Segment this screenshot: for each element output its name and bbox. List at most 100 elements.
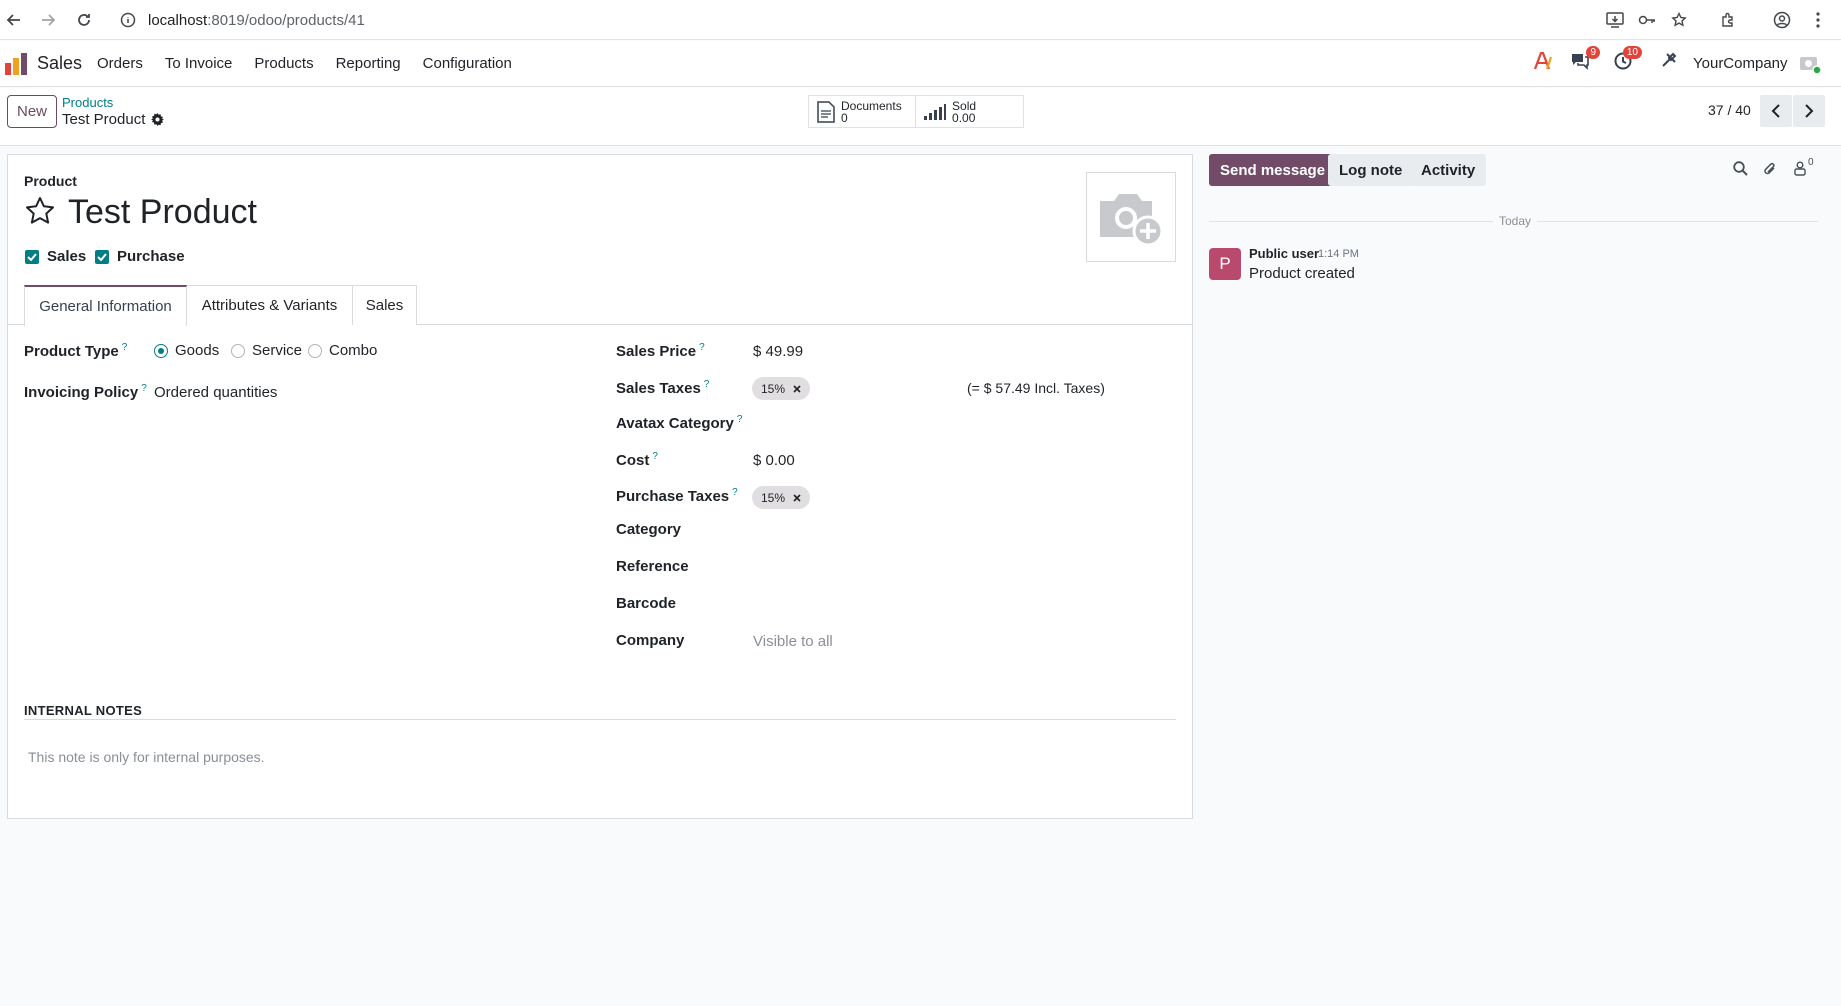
followers-button[interactable]: 0: [1793, 157, 1814, 176]
menu-to-invoice[interactable]: To Invoice: [165, 55, 233, 72]
paperclip-icon[interactable]: [1763, 161, 1777, 177]
tab-sales[interactable]: Sales: [353, 285, 417, 325]
install-app-icon[interactable]: [1603, 8, 1627, 32]
menu-reporting[interactable]: Reporting: [336, 55, 401, 72]
remove-tag-icon[interactable]: [793, 493, 801, 502]
user-lock-icon: [1793, 161, 1807, 176]
smart-buttons: Documents 0 Sold 0.00: [808, 95, 1024, 128]
product-name-input[interactable]: Test Product: [68, 193, 257, 232]
radio-combo-label: Combo: [329, 342, 378, 359]
checkbox-checked-icon: [95, 249, 109, 264]
app-name[interactable]: Sales: [37, 53, 82, 74]
extensions-icon[interactable]: [1716, 8, 1740, 32]
search-icon[interactable]: [1733, 161, 1748, 176]
radio-combo[interactable]: Combo: [308, 342, 377, 359]
documents-smart-button[interactable]: Documents 0: [809, 96, 917, 127]
gear-icon[interactable]: [151, 113, 165, 126]
product-type-label: Product Type?: [24, 342, 128, 360]
breadcrumb-current-label: Test Product: [62, 111, 146, 128]
form-tabs: General Information Attributes & Variant…: [8, 285, 1192, 326]
activities-badge: 10: [1622, 46, 1642, 59]
debug-tools-icon[interactable]: [1661, 52, 1677, 68]
invoicing-policy-label: Invoicing Policy?: [24, 383, 147, 401]
company-switcher[interactable]: YourCompany: [1693, 55, 1788, 72]
log-note-button[interactable]: Log note: [1328, 154, 1414, 186]
site-info-icon[interactable]: [116, 8, 140, 32]
radio-unselected-icon: [308, 343, 322, 358]
address-bar[interactable]: localhost:8019/odoo/products/41: [148, 6, 365, 34]
user-avatar[interactable]: [1799, 53, 1821, 75]
tab-general-information[interactable]: General Information: [24, 285, 187, 326]
product-label: Product: [24, 173, 77, 189]
control-panel: New Products Test Product Documents 0 So…: [0, 88, 1841, 146]
help-tooltip-icon[interactable]: ?: [122, 342, 128, 353]
camera-add-icon: [1096, 187, 1166, 247]
radio-service-label: Service: [252, 342, 303, 359]
browser-menu-icon[interactable]: [1806, 8, 1830, 32]
help-tooltip-icon[interactable]: ?: [732, 487, 738, 498]
activity-button[interactable]: Activity: [1410, 154, 1487, 186]
cost-input[interactable]: $ 0.00: [753, 452, 795, 469]
breadcrumb-current: Test Product: [62, 111, 165, 128]
radio-goods[interactable]: Goods: [154, 342, 219, 359]
reference-label: Reference: [616, 558, 689, 575]
category-label: Category: [616, 521, 682, 538]
menu-configuration[interactable]: Configuration: [423, 55, 512, 72]
date-separator-label: Today: [1493, 214, 1538, 228]
product-image-upload[interactable]: [1086, 172, 1176, 262]
pager-value[interactable]: 37 / 40: [1708, 102, 1751, 118]
sales-tax-tag-label: 15%: [761, 381, 786, 396]
message-body: Product created: [1249, 265, 1355, 282]
company-label: Company: [616, 632, 685, 649]
pager-previous-button[interactable]: [1760, 95, 1792, 127]
breadcrumb-products[interactable]: Products: [62, 95, 113, 110]
sales-price-input[interactable]: $ 49.99: [753, 343, 803, 360]
browser-toolbar: localhost:8019/odoo/products/41: [0, 0, 1841, 40]
avatar[interactable]: P: [1209, 248, 1241, 280]
send-message-button[interactable]: Send message: [1209, 154, 1337, 186]
pager-next-button[interactable]: [1793, 95, 1825, 127]
remove-tag-icon[interactable]: [793, 384, 801, 393]
help-tooltip-icon[interactable]: ?: [699, 342, 705, 353]
back-arrow-icon[interactable]: [2, 8, 26, 32]
reload-icon[interactable]: [72, 8, 96, 32]
url-host: localhost: [148, 11, 208, 29]
help-tooltip-icon[interactable]: ?: [652, 451, 658, 462]
documents-count: 0: [841, 110, 848, 125]
radio-goods-label: Goods: [175, 342, 220, 359]
invoicing-policy-select[interactable]: Ordered quantities: [154, 384, 277, 401]
help-tooltip-icon[interactable]: ?: [704, 379, 710, 390]
profile-icon[interactable]: [1770, 8, 1794, 32]
sold-value: 0.00: [952, 110, 976, 125]
sales-checkbox[interactable]: Sales: [25, 248, 86, 265]
product-form-sheet: Product Test Product Sales Purchase Gene…: [7, 154, 1193, 819]
sales-tax-tag[interactable]: 15%: [752, 377, 811, 400]
internal-notes-editor[interactable]: This note is only for internal purposes.: [28, 749, 265, 765]
menu-orders[interactable]: Orders: [97, 55, 143, 72]
new-button[interactable]: New: [7, 95, 57, 128]
password-key-icon[interactable]: [1635, 8, 1659, 32]
documents-label: Documents: [841, 98, 902, 113]
help-tooltip-icon[interactable]: ?: [737, 414, 743, 425]
followers-count: 0: [1808, 157, 1814, 168]
activities-systray[interactable]: 10: [1614, 46, 1642, 70]
sold-smart-button[interactable]: Sold 0.00: [916, 96, 1023, 127]
purchase-tax-tag[interactable]: 15%: [752, 486, 811, 509]
ai-icon[interactable]: [1534, 52, 1554, 70]
tab-attributes-variants[interactable]: Attributes & Variants: [187, 285, 353, 325]
sales-app-icon[interactable]: [5, 53, 29, 75]
menu-products[interactable]: Products: [254, 55, 313, 72]
favorite-star-icon[interactable]: [24, 195, 56, 227]
radio-unselected-icon: [231, 343, 245, 358]
bookmark-star-icon[interactable]: [1667, 8, 1691, 32]
message-author[interactable]: Public user: [1249, 246, 1319, 261]
forward-arrow-icon[interactable]: [36, 8, 60, 32]
company-select[interactable]: Visible to all: [753, 633, 833, 650]
message-time: 1:14 PM: [1318, 248, 1359, 260]
messages-systray[interactable]: 9: [1570, 46, 1600, 70]
purchase-checkbox[interactable]: Purchase: [95, 248, 185, 265]
radio-service[interactable]: Service: [231, 342, 302, 359]
chevron-right-icon: [1804, 104, 1814, 118]
sales-taxes-label: Sales Taxes?: [616, 379, 710, 397]
help-tooltip-icon[interactable]: ?: [141, 383, 147, 394]
